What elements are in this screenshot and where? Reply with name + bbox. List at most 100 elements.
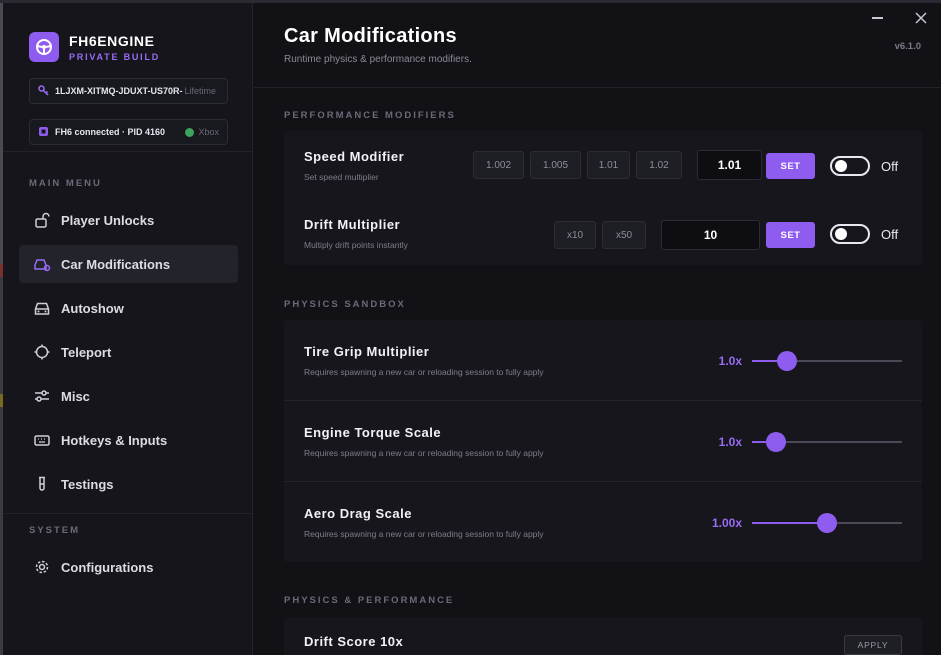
tire-grip-slider[interactable] [752,351,902,371]
crosshair-icon [33,343,51,361]
connection-status: FH6 connected · PID 4160 [55,127,166,137]
slider-handle[interactable] [776,351,797,371]
lock-open-icon [33,211,51,229]
physics-performance-card: Drift Score 10x APPLY [284,617,922,655]
xbox-icon [185,127,195,137]
toggle-knob [835,228,847,240]
speed-toggle[interactable] [830,156,870,176]
engine-torque-title: Engine Torque Scale [304,425,442,440]
slider-handle[interactable] [817,513,837,533]
car-icon [33,299,51,317]
performance-card: Speed Modifier Set speed multiplier 1.00… [284,131,922,265]
minimize-button[interactable] [866,9,888,27]
speed-preset-button[interactable]: 1.005 [530,151,581,179]
license-key-pill[interactable]: 1LJXM-XITMQ-JDUXT-US70R- Lifetime [29,78,228,104]
engine-torque-slider[interactable] [752,432,902,452]
speed-modifier-desc: Set speed multiplier [304,172,379,182]
drift-multiplier-title: Drift Multiplier [304,217,401,232]
speed-preset-button[interactable]: 1.02 [636,151,682,179]
tire-grip-title: Tire Grip Multiplier [304,344,430,359]
brand: FH6ENGINE PRIVATE BUILD [29,32,160,62]
drift-value-input[interactable]: 10 [661,220,760,250]
sidebar: FH6ENGINE PRIVATE BUILD 1LJXM-XITMQ-JDUX… [3,3,253,655]
sidebar-item-label: Hotkeys & Inputs [61,432,168,448]
slider-fill [752,522,827,524]
minimize-icon [871,17,883,19]
sidebar-item-player-unlocks[interactable]: Player Unlocks [19,201,238,239]
sidebar-item-configurations[interactable]: Configurations [19,548,238,586]
speed-modifier-row: Speed Modifier Set speed multiplier 1.00… [284,131,922,199]
tire-grip-value: 1.0x [718,354,742,368]
sidebar-item-label: Configurations [61,559,154,575]
physics-performance-label: PHYSICS & PERFORMANCE [284,595,455,606]
sidebar-item-autoshow[interactable]: Autoshow [19,289,238,327]
drift-multiplier-desc: Multiply drift points instantly [304,240,408,250]
sidebar-item-label: Teleport [61,344,112,360]
keyboard-icon [33,431,51,449]
sidebar-item-label: Player Unlocks [61,212,155,228]
sidebar-item-label: Misc [61,388,90,404]
page-title: Car Modifications [284,25,457,47]
speed-preset-button[interactable]: 1.002 [473,151,524,179]
gamepad-icon [38,126,49,139]
sliders-icon [33,387,51,405]
license-tier: Lifetime [184,86,217,96]
aero-drag-title: Aero Drag Scale [304,506,412,521]
brand-name: FH6ENGINE [69,32,155,49]
sidebar-item-label: Car Modifications [61,256,171,272]
license-key: 1LJXM-XITMQ-JDUXT-US70R- [55,86,183,96]
platform-name: Xbox [198,127,219,137]
performance-modifiers-label: PERFORMANCE MODIFIERS [284,110,456,121]
engine-torque-desc: Requires spawning a new car or reloading… [304,448,544,458]
drift-score-title: Drift Score 10x [304,634,404,649]
main-menu-label: MAIN MENU [29,178,102,189]
sidebar-item-misc[interactable]: Misc [19,377,238,415]
sidebar-item-testings[interactable]: Testings [19,465,238,503]
close-button[interactable] [910,9,932,27]
main-content: Car Modifications Runtime physics & perf… [254,3,941,655]
engine-torque-value: 1.0x [718,435,742,449]
test-tube-icon [33,475,51,493]
aero-drag-value: 1.00x [711,516,742,530]
drift-preset-button[interactable]: x10 [554,221,596,249]
toggle-knob [835,160,847,172]
sidebar-item-hotkeys[interactable]: Hotkeys & Inputs [19,421,238,459]
physics-sandbox-label: PHYSICS SANDBOX [284,299,406,310]
drift-score-apply-button[interactable]: APPLY [844,635,902,655]
engine-torque-row: Engine Torque Scale Requires spawning a … [284,401,922,481]
gear-icon [33,558,51,576]
speed-value-input[interactable]: 1.01 [697,150,762,180]
tire-grip-desc: Requires spawning a new car or reloading… [304,367,544,377]
speed-preset-button[interactable]: 1.01 [587,151,630,179]
sidebar-item-car-modifications[interactable]: Car Modifications [19,245,238,283]
brand-subtitle: PRIVATE BUILD [69,51,161,62]
speed-modifier-title: Speed Modifier [304,149,405,164]
sidebar-divider [3,513,253,514]
drift-set-button[interactable]: SET [766,222,815,248]
drift-toggle-label: Off [881,227,899,242]
car-gear-icon [33,255,51,273]
slider-handle[interactable] [766,432,786,452]
speed-set-button[interactable]: SET [766,153,815,179]
aero-drag-desc: Requires spawning a new car or reloading… [304,529,544,539]
header-divider [254,87,941,88]
app-window: FH6ENGINE PRIVATE BUILD 1LJXM-XITMQ-JDUX… [3,3,941,655]
key-icon [38,84,49,98]
speed-toggle-label: Off [881,159,899,174]
drift-toggle[interactable] [830,224,870,244]
sidebar-divider [3,151,253,152]
platform-label: Xbox [185,127,219,137]
close-icon [915,12,927,24]
system-label: SYSTEM [29,525,81,536]
page-subtitle: Runtime physics & performance modifiers. [284,54,472,65]
version-label: v6.1.0 [894,41,921,52]
physics-card: Tire Grip Multiplier Requires spawning a… [284,320,922,562]
aero-drag-slider[interactable] [752,513,902,533]
sidebar-item-teleport[interactable]: Teleport [19,333,238,371]
tire-grip-row: Tire Grip Multiplier Requires spawning a… [284,320,922,400]
drift-preset-button[interactable]: x50 [602,221,646,249]
connection-status-pill: FH6 connected · PID 4160 Xbox [29,119,228,145]
drift-multiplier-row: Drift Multiplier Multiply drift points i… [284,199,922,265]
steering-wheel-icon [29,32,59,62]
aero-drag-row: Aero Drag Scale Requires spawning a new … [284,482,922,562]
